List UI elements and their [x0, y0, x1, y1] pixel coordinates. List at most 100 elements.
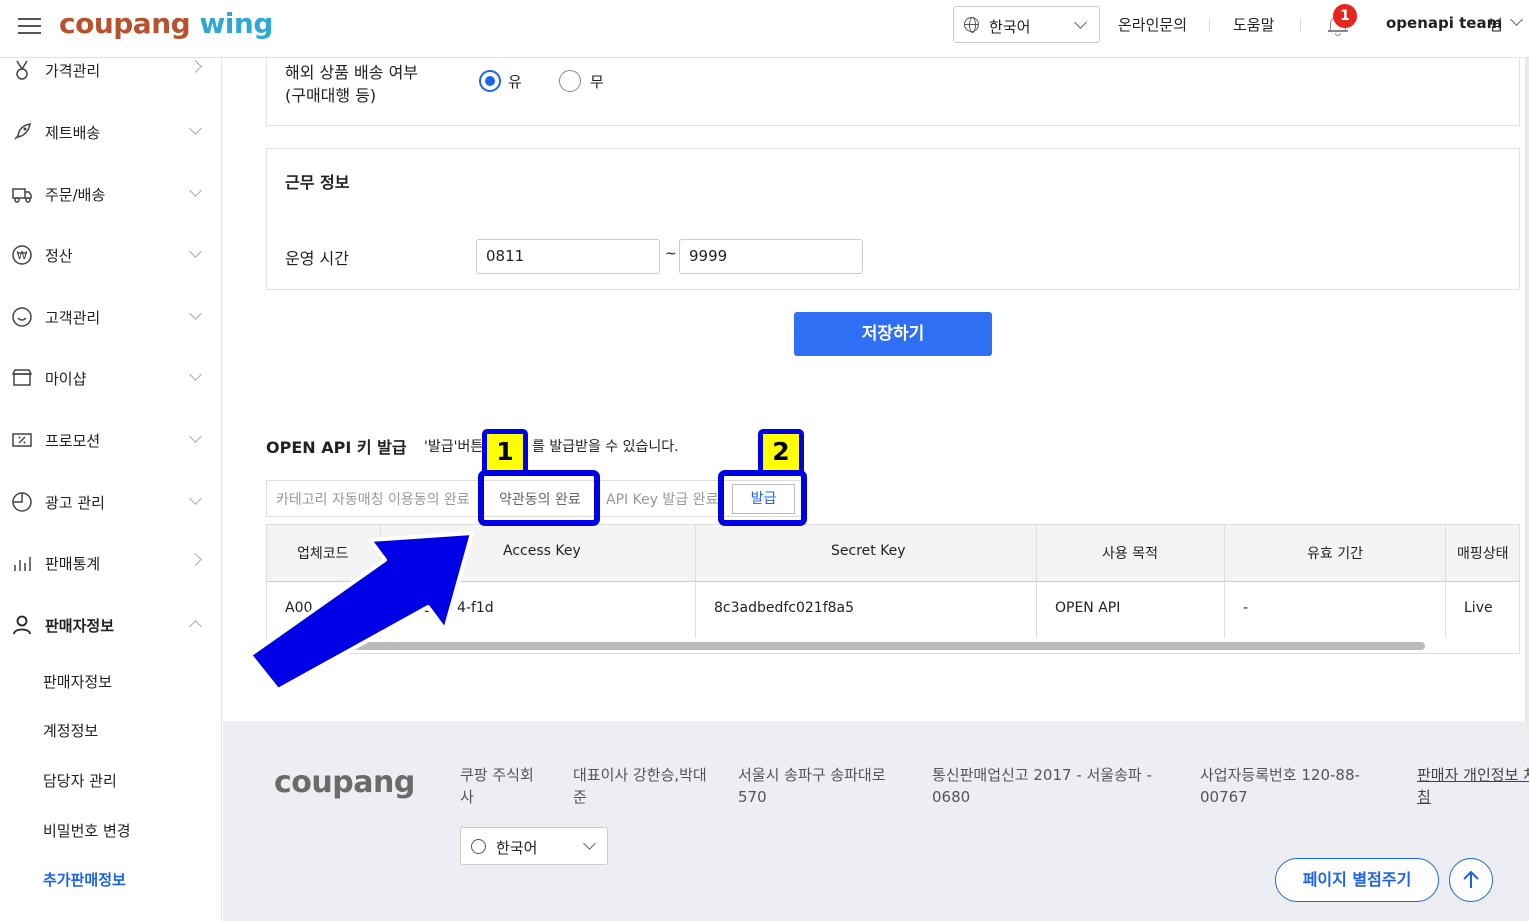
step-key-issued: API Key 발급 완료 [606, 492, 719, 508]
sidebar-item-label: 정산 [45, 247, 73, 265]
header-mapping: 매핑상태 [1457, 546, 1509, 562]
annotation-highlight-issue [718, 470, 807, 526]
footer-company-line: 쿠팡 주식회 [460, 766, 534, 784]
api-section-title: OPEN API 키 발급 [266, 438, 407, 457]
arrow-up-icon [1463, 870, 1479, 888]
sidebar-item-label: 주문/배송 [45, 186, 106, 204]
sidebar-item-myshop[interactable]: 마이샵 [0, 358, 221, 398]
notification-badge[interactable]: 1 [1333, 4, 1357, 28]
chevron-right-icon [189, 60, 202, 73]
sidebar-sub-seller-info[interactable]: 판매자정보 [43, 671, 112, 692]
sidebar-item-promotion[interactable]: 프로모션 [0, 420, 221, 460]
footer-language-select[interactable]: 한국어 [460, 827, 608, 865]
cell-purpose: OPEN API [1055, 600, 1121, 616]
chevron-down-icon [583, 837, 596, 850]
column-divider [1224, 525, 1225, 638]
api-description: '발급'버튼 [424, 439, 484, 455]
footer-privacy-line: 판매자 개인정보 처 [1417, 766, 1529, 784]
footer-biz-reg-line: 00767 [1200, 788, 1248, 806]
sidebar-item-label: 판매자정보 [45, 617, 115, 635]
chevron-down-icon [189, 122, 202, 135]
footer-ceo-line: 대표이사 강한승,박대 [573, 766, 707, 784]
page-scrollbar[interactable] [1525, 58, 1529, 721]
footer-company-line: 사 [460, 788, 474, 806]
smile-icon [12, 307, 32, 327]
footer-privacy-link[interactable]: 판매자 개인정보 처 침 [1417, 764, 1529, 808]
save-button[interactable]: 저장하기 [794, 312, 992, 356]
footer-language-label: 한국어 [496, 839, 538, 857]
coupang-wing-logo[interactable]: coupang wing [59, 7, 273, 40]
work-info-card: 근무 정보 운영 시간 0811 ~ 9999 [266, 148, 1520, 290]
header-divider [1300, 18, 1301, 32]
rate-page-button[interactable]: 페이지 별점주기 [1275, 858, 1439, 902]
overseas-label: 해외 상품 배송 여부 [285, 63, 419, 82]
sidebar-item-customer[interactable]: 고객관리 [0, 297, 221, 337]
medal-icon [16, 60, 28, 80]
footer-address-line: 570 [738, 788, 767, 806]
chevron-down-icon [189, 307, 202, 320]
header-divider [1209, 18, 1210, 32]
footer-ceo: 대표이사 강한승,박대 준 [573, 764, 707, 808]
radio-yes-label: 유 [508, 73, 522, 91]
truck-icon [12, 188, 32, 203]
sidebar-item-label: 광고 관리 [45, 494, 105, 512]
online-inquiry-link[interactable]: 온라인문의 [1118, 14, 1187, 35]
footer-mail-order-line: 0680 [932, 788, 971, 806]
sidebar-item-stats[interactable]: 판매통계 [0, 543, 221, 583]
sidebar-item-ads[interactable]: 광고 관리 [0, 482, 221, 522]
table-horizontal-scrollbar[interactable] [347, 642, 1425, 650]
sidebar-sub-manager[interactable]: 담당자 관리 [43, 770, 117, 791]
logo-text-coupang: coupang [59, 7, 191, 40]
header-purpose: 사용 목적 [1102, 546, 1158, 562]
sidebar-item-orders[interactable]: 주문/배송 [0, 174, 221, 214]
footer-ceo-line: 준 [573, 788, 587, 806]
footer-coupang-logo[interactable]: coupang [274, 765, 415, 800]
column-divider [1036, 525, 1037, 638]
column-divider [1445, 525, 1446, 638]
person-icon [13, 615, 31, 635]
language-select[interactable]: 한국어 [953, 6, 1100, 43]
step-category-agree: 카테고리 자동매칭 이용동의 완료 [276, 492, 470, 508]
radio-no-label: 무 [590, 73, 604, 91]
annotation-number-1: 1 [482, 429, 528, 475]
annotation-arrow-icon [248, 531, 474, 692]
menu-icon[interactable] [18, 17, 41, 35]
tilde-separator: ~ [665, 246, 677, 262]
sidebar-item-label: 판매통계 [45, 555, 101, 573]
sidebar-item-label: 제트배송 [45, 124, 101, 142]
column-divider [695, 525, 696, 638]
sidebar-item-settlement[interactable]: ₩ 정산 [0, 235, 221, 275]
hours-from-input[interactable]: 0811 [476, 239, 660, 274]
chevron-down-icon [189, 368, 202, 381]
footer: coupang 쿠팡 주식회 사 대표이사 강한승,박대 준 서울시 송파구 송… [223, 721, 1529, 921]
chevron-down-icon[interactable] [1510, 13, 1523, 26]
sidebar-sub-password[interactable]: 비밀번호 변경 [43, 820, 131, 841]
globe-icon [964, 17, 979, 33]
sidebar-sub-additional-info[interactable]: 추가판매정보 [43, 869, 126, 890]
api-description-suffix: 를 발급받을 수 있습니다. [532, 439, 679, 455]
won-coin-icon: ₩ [12, 245, 32, 265]
footer-address-line: 서울시 송파구 송파대로 [738, 766, 886, 784]
cell-validity: - [1243, 600, 1249, 616]
sidebar-item-label: 가격관리 [45, 62, 101, 80]
chevron-down-icon [189, 430, 202, 443]
annotation-highlight-terms [478, 470, 600, 526]
bar-chart-icon [14, 557, 31, 571]
sidebar-item-seller-info[interactable]: 판매자정보 [0, 605, 221, 645]
footer-mail-order: 통신판매업신고 2017 - 서울송파 - 0680 [932, 764, 1152, 808]
scroll-top-button[interactable] [1449, 858, 1493, 902]
chevron-down-icon [189, 184, 202, 197]
footer-biz-reg: 사업자등록번호 120-88- 00767 [1200, 764, 1360, 808]
footer-company: 쿠팡 주식회 사 [460, 764, 534, 808]
shop-icon [11, 369, 33, 386]
hours-to-input[interactable]: 9999 [679, 239, 863, 274]
annotation-number-2: 2 [758, 429, 804, 475]
sidebar-item-label: 고객관리 [45, 309, 101, 327]
sidebar-sub-account-info[interactable]: 계정정보 [43, 720, 98, 741]
sidebar-item-jet[interactable]: 제트배송 [0, 112, 221, 152]
radio-yes[interactable] [479, 70, 501, 92]
radio-no[interactable] [559, 70, 581, 92]
chevron-down-icon [189, 492, 202, 505]
user-name[interactable]: openapi team [1386, 14, 1502, 32]
help-link[interactable]: 도움말 [1233, 14, 1274, 35]
